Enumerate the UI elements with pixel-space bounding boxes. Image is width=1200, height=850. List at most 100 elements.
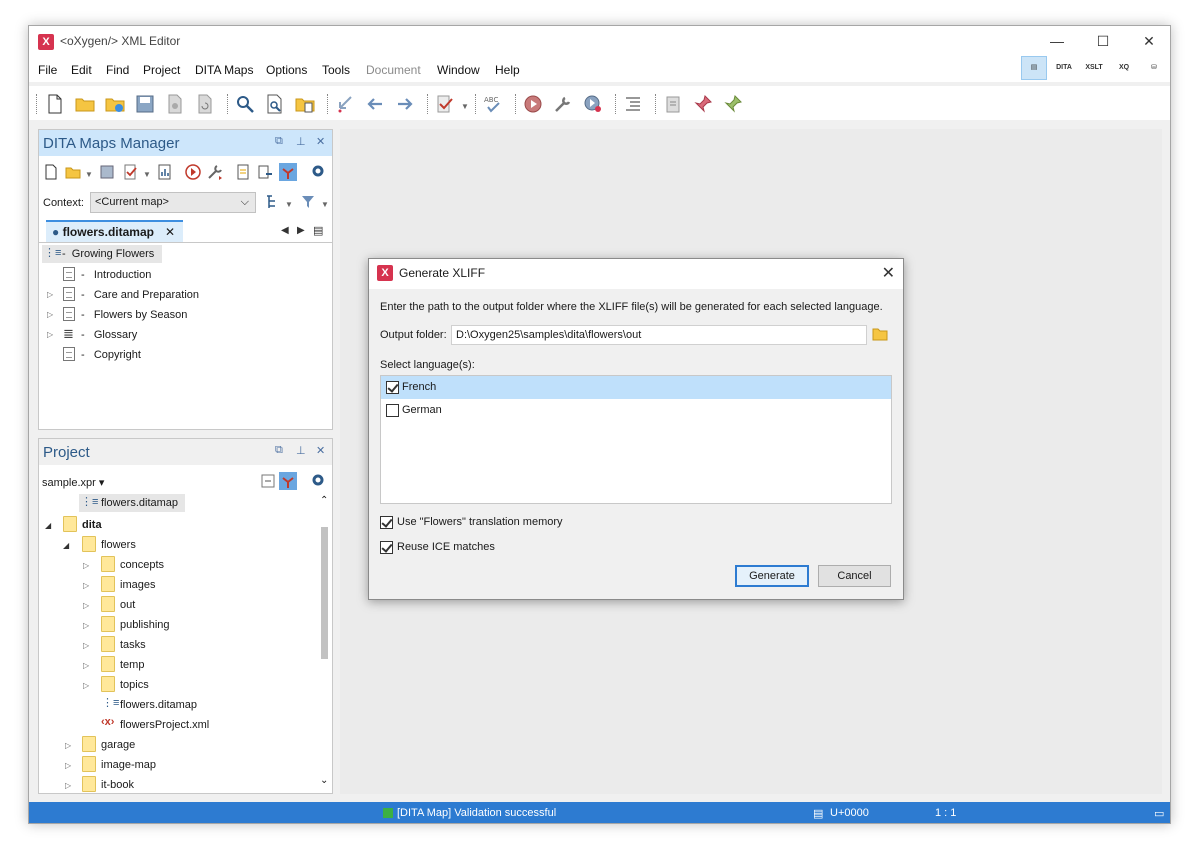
format-indent-icon[interactable] [623, 94, 643, 114]
external-tools-icon[interactable] [663, 94, 683, 114]
filter-icon[interactable] [301, 194, 317, 210]
validate-dropdown-icon[interactable]: ▼ [143, 170, 151, 179]
xslt-debugger-perspective-icon[interactable]: XSLT [1081, 56, 1107, 80]
use-translation-memory-checkbox[interactable] [380, 516, 393, 529]
tree-view-dropdown-icon[interactable]: ▼ [285, 200, 293, 209]
folder-concepts[interactable]: concepts [120, 559, 164, 571]
map-metrics-icon[interactable] [157, 164, 173, 180]
new-map-icon[interactable] [43, 164, 59, 180]
open-folder-icon[interactable] [75, 94, 95, 114]
debug-scenario-icon[interactable] [583, 94, 603, 114]
settings-gear-icon[interactable] [311, 473, 327, 489]
restore-panel-icon[interactable]: ⧉ [275, 444, 283, 457]
expand-arrow-icon[interactable]: ▷ [65, 781, 71, 790]
topic-copyright[interactable]: - Copyright [81, 349, 141, 361]
link-with-editor-icon[interactable] [279, 163, 297, 181]
expand-arrow-icon[interactable]: ▷ [83, 641, 89, 650]
collapse-arrow-icon[interactable]: ◢ [45, 521, 51, 530]
collapse-all-icon[interactable] [260, 473, 276, 489]
editor-perspective-icon[interactable]: ▤ [1021, 56, 1047, 80]
menu-tools[interactable]: Tools [322, 63, 350, 77]
save-map-icon[interactable] [99, 164, 115, 180]
configure-publish-icon[interactable] [207, 164, 223, 180]
menu-file[interactable]: File [38, 63, 57, 77]
back-arrow-icon[interactable] [365, 94, 385, 114]
tab-flowers-ditamap[interactable]: ● flowers.ditamap ✕ [46, 220, 183, 242]
pin-panel-icon[interactable]: ⊥ [296, 135, 306, 148]
language-row-french[interactable]: French [381, 376, 891, 399]
expand-arrow-icon[interactable]: ▷ [65, 761, 71, 770]
save-as-icon[interactable] [165, 94, 185, 114]
german-checkbox[interactable] [386, 404, 399, 417]
maximize-button[interactable]: ☐ [1080, 26, 1126, 56]
folder-images[interactable]: images [120, 579, 155, 591]
project-scrollbar[interactable]: ⌃ ⌄ [318, 495, 330, 793]
file-flowers-ditamap[interactable]: flowers.ditamap [120, 699, 197, 711]
tree-view-icon[interactable] [265, 194, 281, 210]
expand-arrow-icon[interactable]: ▷ [83, 621, 89, 630]
language-row-german[interactable]: German [381, 399, 891, 422]
new-file-icon[interactable] [45, 94, 65, 114]
close-dialog-icon[interactable]: ✕ [882, 263, 895, 283]
pin-panel-icon[interactable]: ⊥ [296, 444, 306, 457]
scroll-up-icon[interactable]: ⌃ [320, 495, 328, 506]
folder-flowers[interactable]: flowers [101, 539, 136, 551]
folder-topics[interactable]: topics [120, 679, 149, 691]
topic-glossary[interactable]: - Glossary [81, 329, 137, 341]
collapse-arrow-icon[interactable]: ◢ [63, 541, 69, 550]
topic-flowers-by-season[interactable]: - Flowers by Season [81, 309, 187, 321]
expand-arrow-icon[interactable]: ▷ [83, 601, 89, 610]
topic-introduction[interactable]: - Introduction [81, 269, 151, 281]
close-panel-icon[interactable]: ✕ [316, 135, 325, 148]
menu-help[interactable]: Help [495, 63, 520, 77]
notifications-icon[interactable]: ▭ [1154, 807, 1164, 820]
link-with-editor-icon[interactable] [279, 472, 297, 490]
save-icon[interactable] [135, 94, 155, 114]
expand-arrow-icon[interactable]: ▷ [47, 290, 53, 299]
find-icon[interactable] [235, 94, 255, 114]
expand-arrow-icon[interactable]: ▷ [83, 581, 89, 590]
folder-garage[interactable]: garage [101, 739, 135, 751]
pin-green-icon[interactable] [723, 94, 743, 114]
map-root-row[interactable]: ⋮≡ - Growing Flowers [42, 245, 162, 263]
open-dropdown-icon[interactable]: ▼ [85, 170, 93, 179]
scroll-thumb[interactable] [321, 527, 328, 659]
reload-icon[interactable] [195, 94, 215, 114]
apply-transformation-icon[interactable] [523, 94, 543, 114]
browse-folder-icon[interactable] [872, 327, 888, 341]
insert-reference-icon[interactable] [257, 164, 273, 180]
expand-arrow-icon[interactable]: ▷ [83, 661, 89, 670]
validate-map-icon[interactable] [123, 164, 139, 180]
context-select[interactable]: <Current map> ⌵ [90, 192, 256, 213]
project-file-selector[interactable]: sample.xpr ▾ [42, 476, 104, 489]
menu-document[interactable]: Document [366, 63, 421, 77]
file-flowers-project-xml[interactable]: flowersProject.xml [120, 719, 209, 731]
open-url-icon[interactable] [105, 94, 125, 114]
expand-arrow-icon[interactable]: ▷ [83, 561, 89, 570]
project-row-top-ditamap[interactable]: ⋮≡ flowers.ditamap [79, 494, 185, 512]
database-perspective-icon[interactable]: ⛁ [1141, 56, 1167, 80]
scroll-tabs-left-icon[interactable]: ◀ [281, 225, 289, 236]
menu-project[interactable]: Project [143, 63, 180, 77]
cancel-button[interactable]: Cancel [818, 565, 891, 587]
validate-dropdown-icon[interactable]: ▼ [461, 102, 469, 111]
expand-arrow-icon[interactable]: ▷ [65, 741, 71, 750]
scroll-tabs-right-icon[interactable]: ▶ [297, 225, 305, 236]
reuse-ice-checkbox[interactable] [380, 541, 393, 554]
open-find-resource-icon[interactable] [295, 94, 315, 114]
menu-dita-maps[interactable]: DITA Maps [195, 63, 253, 77]
settings-gear-icon[interactable] [311, 164, 327, 180]
close-window-button[interactable]: ✕ [1126, 26, 1170, 56]
expand-arrow-icon[interactable]: ▷ [83, 681, 89, 690]
topic-care-and-preparation[interactable]: - Care and Preparation [81, 289, 199, 301]
menu-options[interactable]: Options [266, 63, 307, 77]
close-panel-icon[interactable]: ✕ [316, 444, 325, 457]
forward-arrow-icon[interactable] [395, 94, 415, 114]
xquery-debugger-perspective-icon[interactable]: XQ [1111, 56, 1137, 80]
output-folder-input[interactable]: D:\Oxygen25\samples\dita\flowers\out [451, 325, 867, 345]
folder-temp[interactable]: temp [120, 659, 144, 671]
folder-it-book[interactable]: it-book [101, 779, 134, 791]
folder-image-map[interactable]: image-map [101, 759, 156, 771]
restore-panel-icon[interactable]: ⧉ [275, 135, 283, 148]
folder-tasks[interactable]: tasks [120, 639, 146, 651]
